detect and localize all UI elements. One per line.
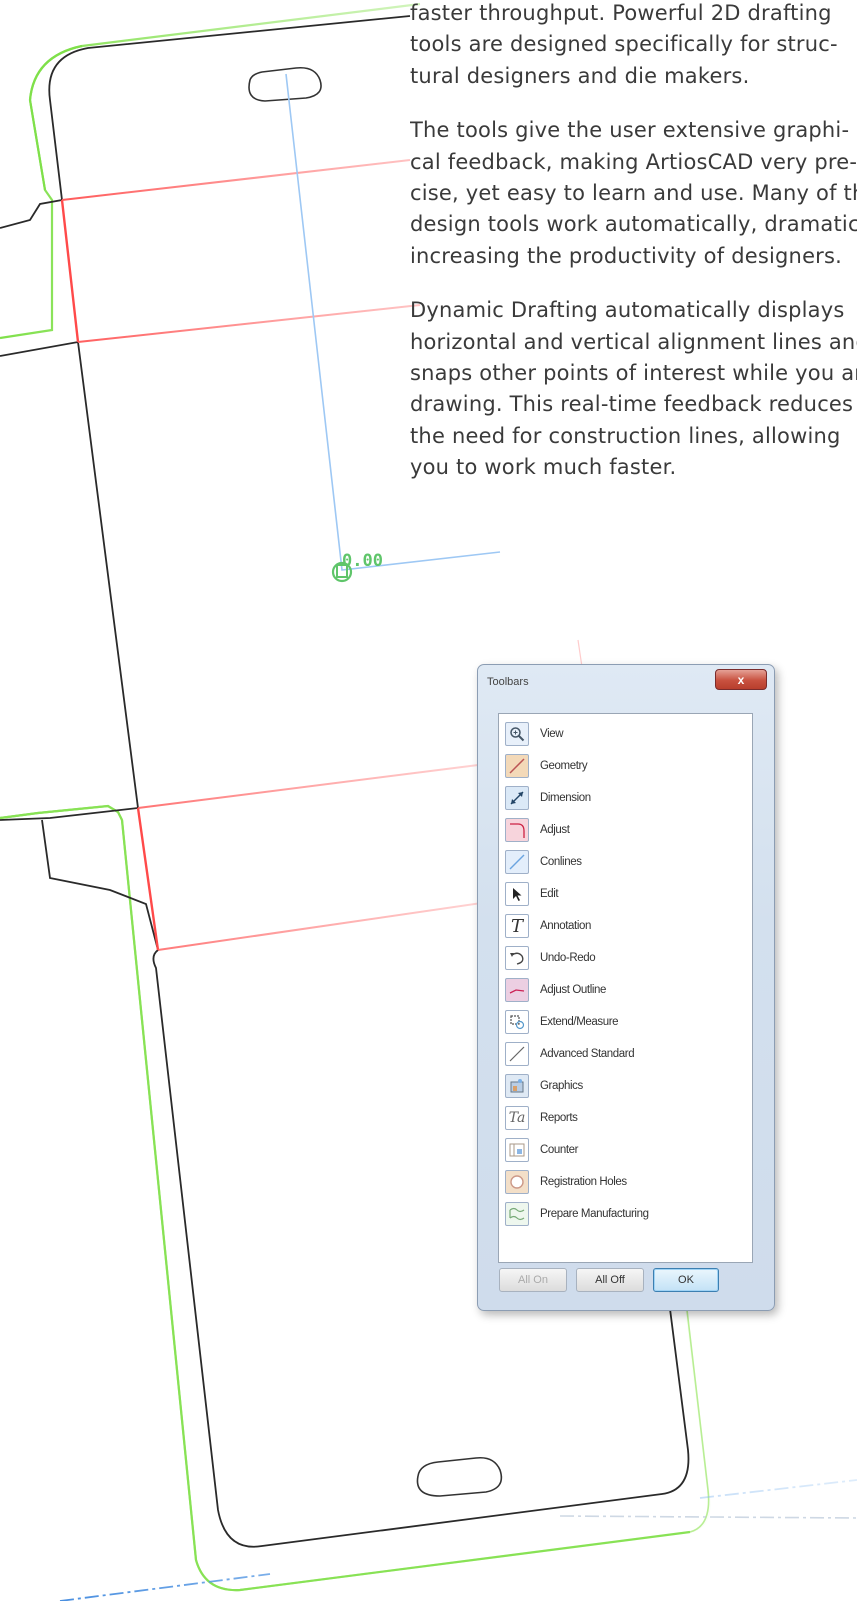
toolbar-item-label: Advanced Standard <box>540 1048 635 1060</box>
text-line: cise, yet easy to learn and use. Many of… <box>410 180 857 205</box>
top-slot <box>248 66 322 102</box>
text-line: The tools give the user extensive graphi… <box>410 118 850 143</box>
toolbar-item-reports[interactable]: Ta Reports <box>505 1104 745 1132</box>
toolbar-list: View Geometry Dimension Adjust Conlines <box>498 713 753 1263</box>
toolbar-item-label: View <box>540 728 564 740</box>
counter-icon <box>505 1138 529 1162</box>
toolbar-item-extend-measure[interactable]: Extend/Measure <box>505 1008 745 1036</box>
toolbar-item-advanced-standard[interactable]: Advanced Standard <box>505 1040 745 1068</box>
toolbar-item-registration-holes[interactable]: Registration Holes <box>505 1168 745 1196</box>
graphics-icon <box>505 1074 529 1098</box>
centerline-blue <box>59 1479 857 1601</box>
toolbar-item-label: Adjust Outline <box>540 984 606 996</box>
text-line: tools are designed specifically for stru… <box>410 32 838 57</box>
text-line: horizontal and vertical alignment lines … <box>410 329 857 354</box>
reports-icon: Ta <box>505 1106 529 1130</box>
toolbar-item-label: Geometry <box>540 760 588 772</box>
toolbar-item-label: Annotation <box>540 920 591 932</box>
outer-outline-green-left <box>28 44 83 191</box>
close-icon: x <box>737 672 745 687</box>
text-t-icon: T <box>505 914 529 938</box>
ok-button[interactable]: OK <box>653 1268 719 1292</box>
dialog-title: Toolbars <box>487 676 529 688</box>
dimension-icon <box>505 786 529 810</box>
text-line: drawing. This real-time feedback reduces <box>410 392 854 417</box>
toolbar-item-conlines[interactable]: Conlines <box>505 848 745 876</box>
toolbar-item-label: Dimension <box>540 792 591 804</box>
cursor-arrow-icon <box>505 882 529 906</box>
outer-outline-green-tab <box>0 804 123 821</box>
toolbar-item-label: Counter <box>540 1144 579 1156</box>
toolbar-item-adjust[interactable]: Adjust <box>505 816 745 844</box>
toolbar-item-graphics[interactable]: Graphics <box>505 1072 745 1100</box>
paragraph-drafting-tools: faster throughput. Powerful 2D drafting … <box>410 0 857 92</box>
toolbar-item-label: Adjust <box>540 824 570 836</box>
bottom-slot <box>416 1456 503 1497</box>
toolbar-item-label: Edit <box>540 888 559 900</box>
text-line: faster throughput. Powerful 2D drafting <box>410 1 832 25</box>
registration-hole-icon <box>505 1170 529 1194</box>
toolbar-item-label: Conlines <box>540 856 582 868</box>
extend-measure-icon <box>505 1010 529 1034</box>
toolbar-item-label: Extend/Measure <box>540 1016 619 1028</box>
toolbar-item-dimension[interactable]: Dimension <box>505 784 745 812</box>
text-line: snaps other points of interest while you… <box>410 360 857 385</box>
text-line: you to work much faster. <box>410 455 677 480</box>
crease-line-red <box>60 199 160 951</box>
toolbar-item-undo-redo[interactable]: Undo-Redo <box>505 944 745 972</box>
toolbar-item-adjust-outline[interactable]: Adjust Outline <box>505 976 745 1004</box>
all-off-button[interactable]: All Off <box>576 1268 644 1292</box>
text-line: the need for construction lines, allowin… <box>410 423 841 448</box>
toolbar-item-label: Reports <box>540 1112 578 1124</box>
toolbar-item-edit[interactable]: Edit <box>505 880 745 908</box>
toolbar-item-prepare-manufacturing[interactable]: Prepare Manufacturing <box>505 1200 745 1228</box>
text-line: increasing the productivity of designers… <box>410 243 843 268</box>
all-on-button[interactable]: All On <box>499 1268 567 1292</box>
dimension-value-label: 0.00 <box>342 551 383 571</box>
toolbar-item-counter[interactable]: Counter <box>505 1136 745 1164</box>
geometry-icon <box>505 754 529 778</box>
adjust-icon <box>505 818 529 842</box>
toolbar-item-label: Graphics <box>540 1080 583 1092</box>
toolbar-item-annotation[interactable]: T Annotation <box>505 912 745 940</box>
body-text: faster throughput. Powerful 2D drafting … <box>410 0 857 506</box>
text-line: tural designers and die makers. <box>410 63 750 88</box>
text-line: cal feedback, making ArtiosCAD very pre- <box>410 149 857 174</box>
toolbar-item-label: Undo-Redo <box>540 952 596 964</box>
magnifier-icon <box>505 722 529 746</box>
toolbar-item-geometry[interactable]: Geometry <box>505 752 745 780</box>
adjust-outline-icon <box>505 978 529 1002</box>
paragraph-dynamic-drafting: Dynamic Drafting automatically displays … <box>410 295 857 483</box>
toolbar-item-view[interactable]: View <box>505 720 745 748</box>
paragraph-graphical-feedback: The tools give the user extensive graphi… <box>410 115 857 272</box>
undo-icon <box>505 946 529 970</box>
close-button[interactable]: x <box>715 669 767 690</box>
advanced-standard-icon <box>505 1042 529 1066</box>
text-line: design tools work automatically, dramati… <box>410 212 857 237</box>
toolbar-item-label: Registration Holes <box>540 1176 627 1188</box>
prepare-manufacturing-icon <box>505 1202 529 1226</box>
text-line: Dynamic Drafting automatically displays <box>410 298 845 323</box>
toolbars-dialog: Toolbars x View Geometry Dimension Adjus… <box>477 664 775 1311</box>
conlines-icon <box>505 850 529 874</box>
toolbar-item-label: Prepare Manufacturing <box>540 1208 649 1220</box>
